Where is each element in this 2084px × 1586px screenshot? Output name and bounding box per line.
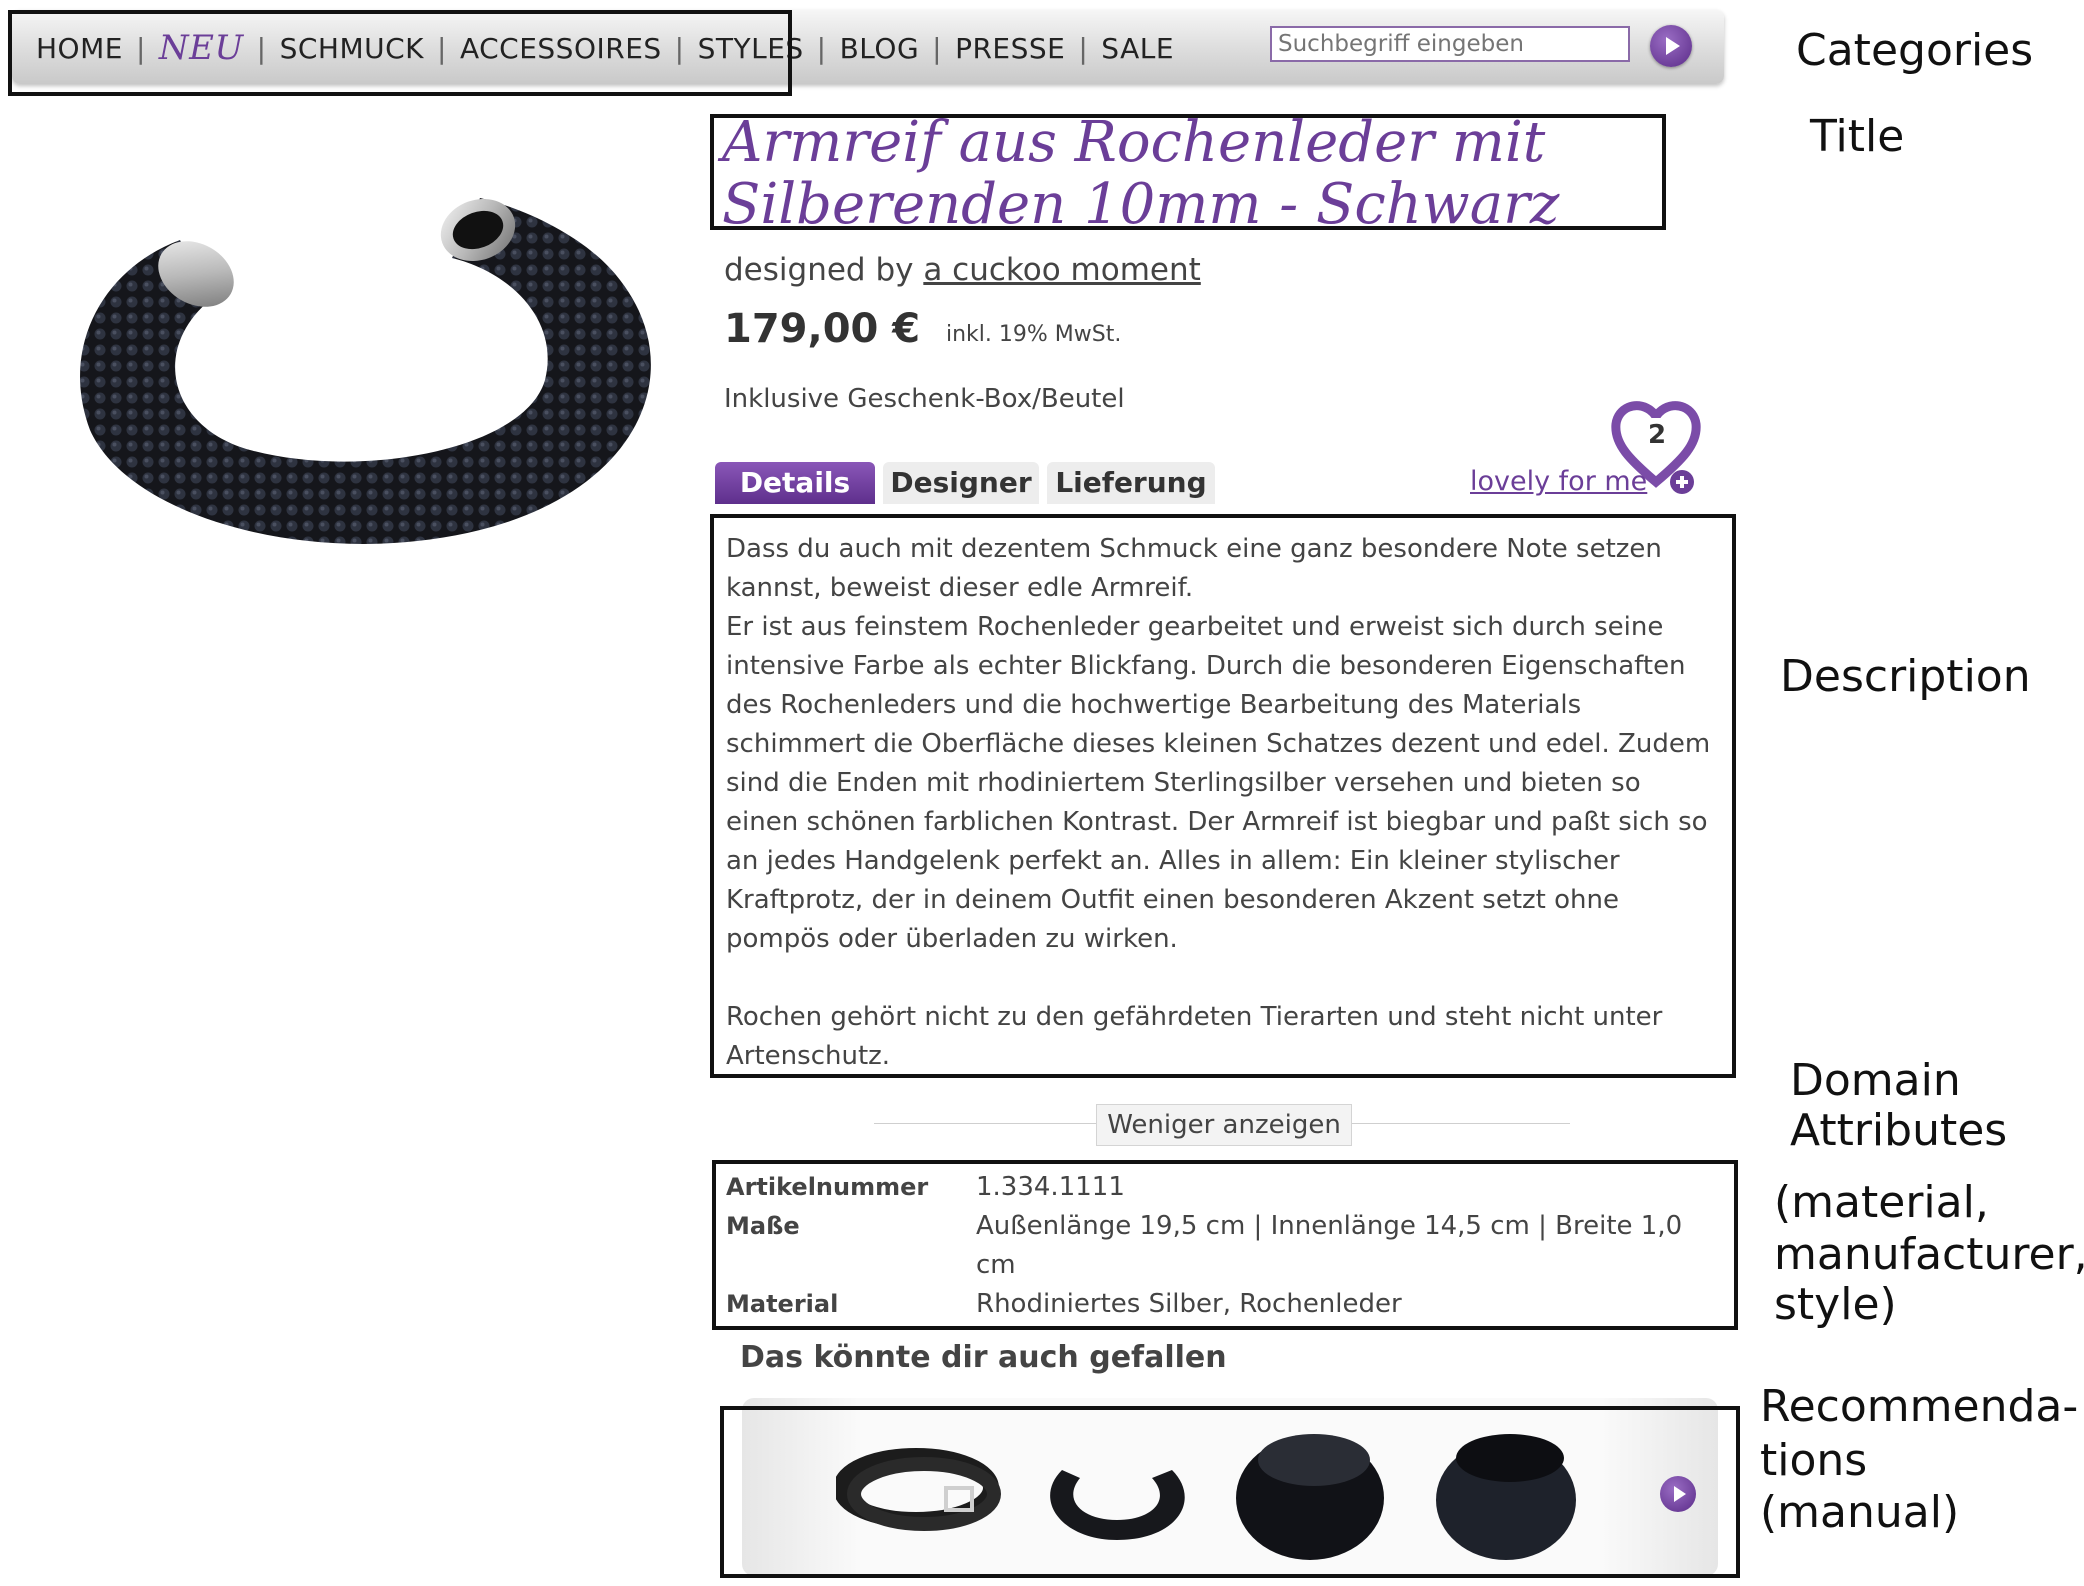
recommendations-annotation-box: [720, 1406, 1740, 1578]
product-image: [80, 198, 651, 544]
vat-note: inkl. 19% MwSt.: [946, 322, 1122, 347]
title-annotation-box: [710, 114, 1666, 230]
play-arrow-icon: [1666, 37, 1680, 55]
wishlist-count: 2: [1648, 420, 1667, 450]
categories-annotation-box: [8, 10, 792, 96]
domain-attributes-label-line1: Domain: [1790, 1055, 1961, 1106]
domain-attributes-sub-line1: (material,: [1774, 1177, 1989, 1228]
nav-separator: |: [816, 31, 827, 65]
description-annotation-label: Description: [1780, 651, 2031, 702]
designed-by-prefix: designed by: [724, 252, 914, 288]
tab-details[interactable]: Details: [715, 462, 875, 504]
nav-item-sale[interactable]: SALE: [1101, 32, 1174, 65]
domain-attributes-sub-line2: manufacturer,: [1774, 1229, 2084, 1280]
categories-annotation-label: Categories: [1796, 25, 2034, 76]
attributes-annotation-box: [712, 1160, 1738, 1330]
designer-line: designed by a cuckoo moment: [724, 252, 1201, 288]
show-less-button[interactable]: Weniger anzeigen: [1096, 1104, 1352, 1146]
tab-lieferung[interactable]: Lieferung: [1047, 462, 1215, 504]
tab-designer[interactable]: Designer: [883, 462, 1039, 504]
domain-attributes-sub-line3: style): [1774, 1279, 1897, 1330]
search-input[interactable]: [1270, 26, 1630, 62]
designer-link[interactable]: a cuckoo moment: [923, 252, 1200, 288]
description-annotation-box: [710, 514, 1736, 1078]
domain-attributes-label-line2: Attributes: [1790, 1105, 2008, 1156]
recommendations-heading: Das könnte dir auch gefallen: [740, 1340, 1227, 1375]
nav-item-presse[interactable]: PRESSE: [955, 32, 1065, 65]
title-annotation-label: Title: [1810, 111, 1905, 162]
recommendations-label-line1: Recommenda-: [1760, 1381, 2079, 1432]
gift-box-note: Inklusive Geschenk-Box/Beutel: [724, 384, 1125, 414]
recommendations-label-line3: (manual): [1760, 1487, 1960, 1538]
nav-item-blog[interactable]: BLOG: [840, 32, 920, 65]
lovely-for-me-link[interactable]: lovely for me: [1470, 466, 1647, 497]
search-submit-button[interactable]: [1650, 25, 1692, 67]
product-price: 179,00 €: [724, 306, 921, 352]
nav-separator: |: [932, 31, 943, 65]
nav-separator: |: [1078, 31, 1089, 65]
recommendations-label-line2: tions: [1760, 1435, 1868, 1486]
